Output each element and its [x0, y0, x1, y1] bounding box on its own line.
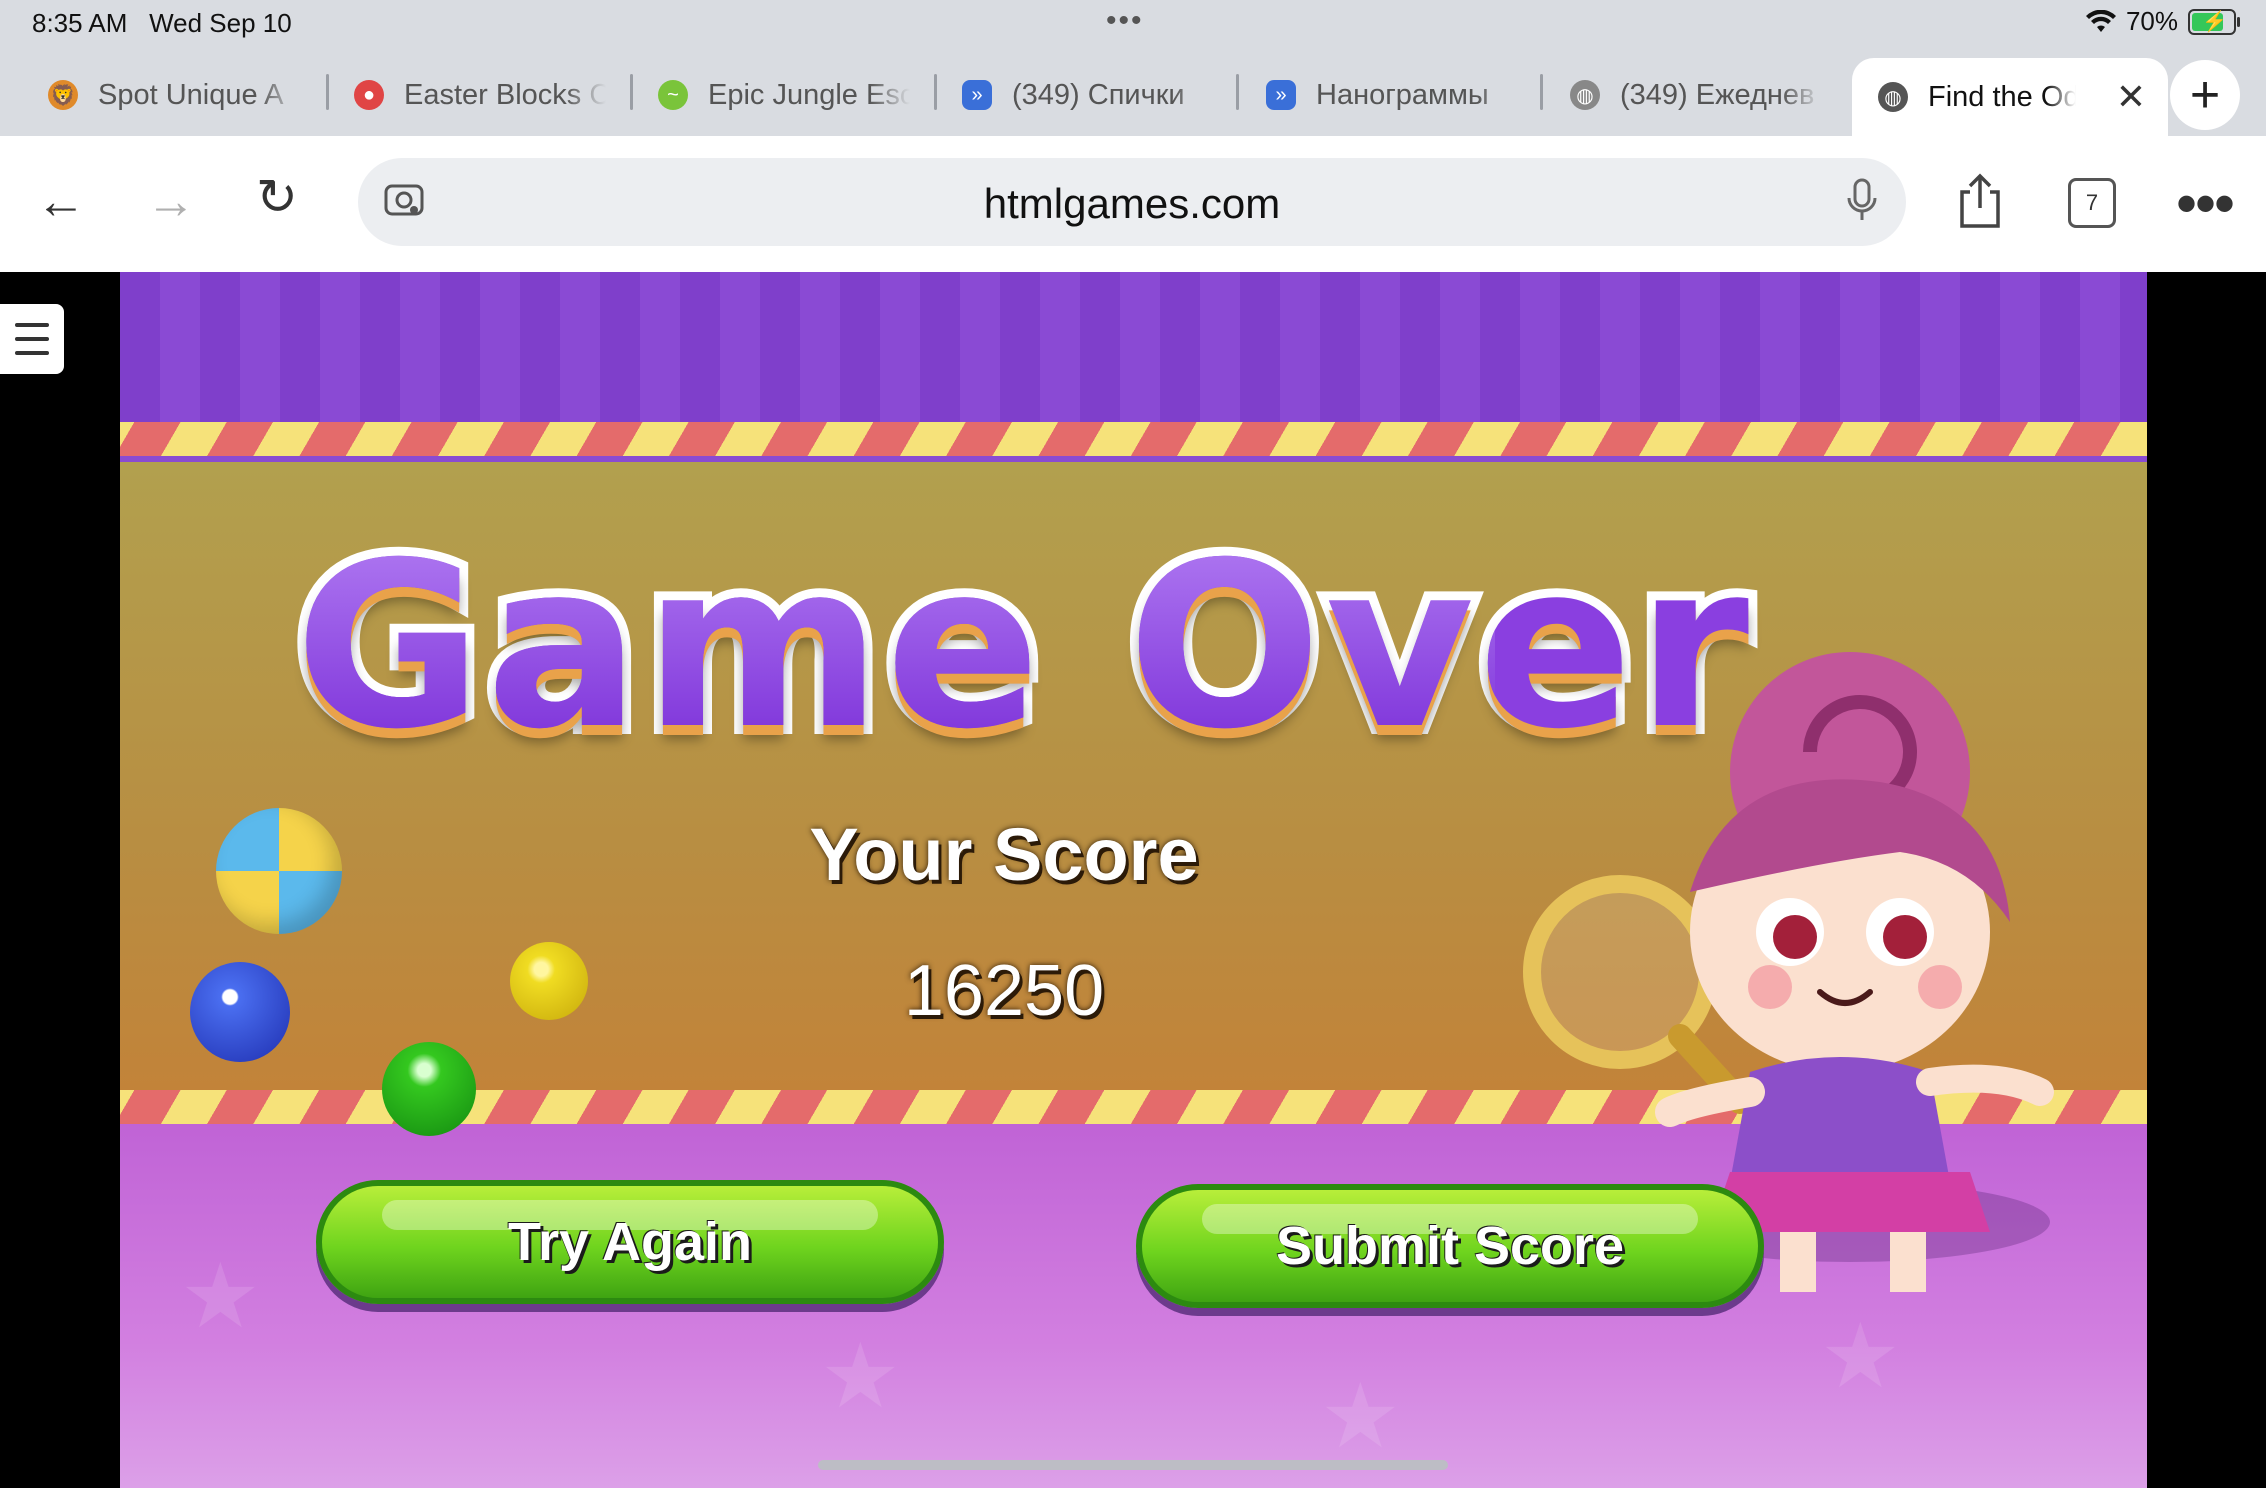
game-over-title: Game Over	[295, 513, 1754, 779]
tab-easter-blocks[interactable]: ● Easter Blocks C	[354, 64, 606, 126]
multitasking-dots-icon[interactable]: •••	[1106, 4, 1144, 38]
battery-percent: 70%	[2125, 6, 2178, 36]
tab-ezhednevnye[interactable]: ◍ (349) Ежеднев	[1570, 64, 1822, 126]
submit-score-button[interactable]: Submit Score	[1136, 1184, 1764, 1308]
tab-strip: 🦁 Spot Unique A ● Easter Blocks C ~ Epic…	[0, 54, 2266, 136]
play-favicon-icon: »	[962, 80, 992, 110]
close-tab-icon[interactable]: ✕	[2116, 76, 2146, 118]
tab-label: Easter Blocks C	[404, 78, 606, 111]
try-again-button[interactable]: Try Again	[316, 1180, 944, 1304]
game-canvas[interactable]: ★ ★ ★ ★ Game Over Game Over Your Score 1…	[120, 272, 2147, 1488]
top-stripe	[120, 422, 2147, 456]
status-date: Wed Sep 10	[149, 8, 292, 38]
globe-favicon-icon: ◍	[1878, 82, 1908, 112]
globe-favicon-icon: ◍	[1570, 80, 1600, 110]
tab-label: Epic Jungle Esc	[708, 78, 910, 111]
tab-spichki[interactable]: » (349) Спички	[962, 64, 1214, 126]
new-tab-button[interactable]: +	[2170, 60, 2240, 130]
browser-toolbar: ← → ↻ htmlgames.com 7 •••	[0, 136, 2266, 272]
wifi-icon	[2085, 9, 2116, 32]
tab-find-the-odd-active[interactable]: ◍ Find the Od ✕	[1852, 58, 2168, 136]
side-menu-button[interactable]	[0, 304, 64, 374]
tab-spot-unique[interactable]: 🦁 Spot Unique A	[48, 64, 300, 126]
reload-icon[interactable]: ↻	[256, 172, 298, 222]
home-indicator[interactable]	[818, 1460, 1448, 1470]
hamburger-icon	[15, 318, 49, 360]
try-again-label: Try Again	[507, 1212, 753, 1272]
lion-favicon-icon: 🦁	[48, 80, 78, 110]
tab-separator	[630, 74, 633, 110]
tab-separator	[1540, 74, 1543, 110]
forward-arrow-icon[interactable]: →	[146, 176, 196, 226]
browser-top-chrome: 8:35 AM Wed Sep 10 ••• 70% ⚡ 🦁 Spot Uniq…	[0, 0, 2266, 136]
tab-separator	[934, 74, 937, 110]
tab-label: Нанограммы	[1316, 78, 1489, 111]
tab-label: (349) Спички	[1012, 78, 1185, 111]
microphone-icon[interactable]	[1844, 178, 1880, 224]
green-ball-icon	[382, 1042, 476, 1136]
egg-favicon-icon: ●	[354, 80, 384, 110]
share-icon[interactable]	[1956, 172, 2004, 230]
tab-count-button[interactable]: 7	[2068, 178, 2116, 228]
tab-label: (349) Ежеднев	[1620, 78, 1815, 111]
status-indicators: 70% ⚡	[2085, 6, 2240, 37]
battery-icon: ⚡	[2188, 8, 2240, 35]
tab-nanogrammy[interactable]: » Нанограммы	[1266, 64, 1518, 126]
curtain-background	[120, 272, 2147, 422]
status-time: 8:35 AM Wed Sep 10	[32, 8, 292, 39]
tab-separator	[326, 74, 329, 110]
back-arrow-icon[interactable]: ←	[36, 176, 86, 226]
status-clock: 8:35 AM	[32, 8, 128, 38]
snake-favicon-icon: ~	[658, 80, 688, 110]
tab-epic-jungle[interactable]: ~ Epic Jungle Esc	[658, 64, 910, 126]
more-options-icon[interactable]: •••	[2176, 174, 2235, 234]
tab-label: Find the Od	[1928, 80, 2076, 113]
submit-score-label: Submit Score	[1275, 1216, 1625, 1276]
address-bar[interactable]: htmlgames.com	[358, 158, 1906, 246]
play-favicon-icon: »	[1266, 80, 1296, 110]
tab-separator	[1236, 74, 1239, 110]
tab-label: Spot Unique A	[98, 78, 284, 111]
url-text[interactable]: htmlgames.com	[358, 180, 1906, 228]
